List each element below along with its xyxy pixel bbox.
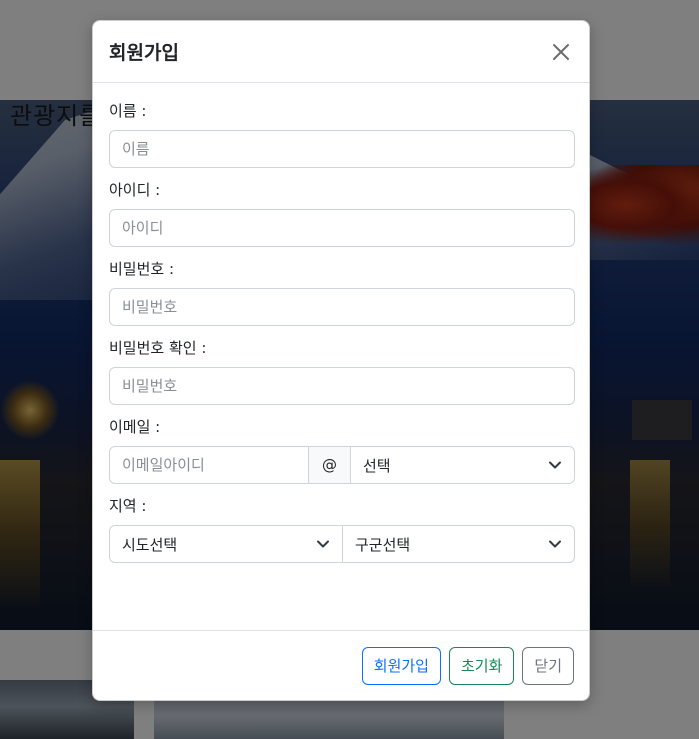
email-id-input[interactable] — [109, 446, 309, 484]
region-label: 지역 : — [109, 497, 147, 515]
region-group: 지역 : 시도선택 구군선택 — [109, 496, 575, 563]
reset-button[interactable]: 초기화 — [448, 646, 515, 685]
gugun-selected: 구군선택 — [355, 535, 411, 554]
password-label: 비밀번호 : — [109, 260, 175, 278]
modal-title: 회원가입 — [109, 42, 179, 64]
email-domain-select[interactable]: 선택 — [351, 446, 575, 484]
email-input-group: @ 선택 — [109, 446, 575, 484]
signup-modal: 회원가입 이름 : 아이디 : 비밀번호 : 비밀번호 확인 : 이메일 : — [92, 20, 590, 701]
chevron-down-icon — [317, 540, 329, 548]
modal-footer: 회원가입 초기화 닫기 — [93, 630, 589, 700]
close-modal-button[interactable]: 닫기 — [522, 646, 574, 685]
email-at-sign: @ — [309, 446, 351, 484]
modal-header: 회원가입 — [93, 21, 589, 83]
region-selects: 시도선택 구군선택 — [109, 525, 575, 563]
email-domain-selected: 선택 — [363, 456, 391, 475]
userid-label: 아이디 : — [109, 181, 161, 199]
email-label: 이메일 : — [109, 418, 161, 436]
name-group: 이름 : — [109, 101, 575, 168]
modal-body: 이름 : 아이디 : 비밀번호 : 비밀번호 확인 : 이메일 : @ 선택 — [93, 83, 589, 563]
userid-group: 아이디 : — [109, 180, 575, 247]
email-group: 이메일 : @ 선택 — [109, 417, 575, 484]
sido-selected: 시도선택 — [122, 535, 178, 554]
chevron-down-icon — [549, 540, 561, 548]
signup-button[interactable]: 회원가입 — [361, 646, 441, 685]
name-label: 이름 : — [109, 102, 147, 120]
password-input[interactable] — [109, 288, 575, 326]
password-group: 비밀번호 : — [109, 259, 575, 326]
close-button[interactable] — [549, 40, 573, 64]
userid-input[interactable] — [109, 209, 575, 247]
close-icon — [553, 43, 569, 60]
name-input[interactable] — [109, 130, 575, 168]
sido-select[interactable]: 시도선택 — [109, 525, 343, 563]
gugun-select[interactable]: 구군선택 — [343, 525, 575, 563]
password-confirm-input[interactable] — [109, 367, 575, 405]
password-confirm-label: 비밀번호 확인 : — [109, 339, 207, 357]
chevron-down-icon — [549, 461, 561, 469]
password-confirm-group: 비밀번호 확인 : — [109, 338, 575, 405]
